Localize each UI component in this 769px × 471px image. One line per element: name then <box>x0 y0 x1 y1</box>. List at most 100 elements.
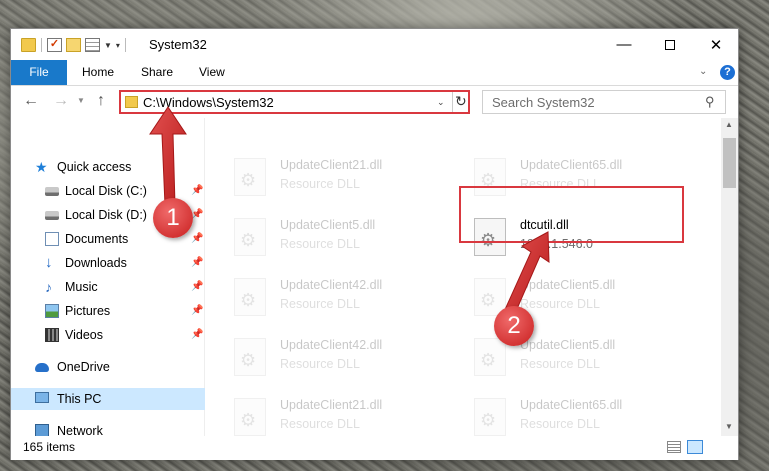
toolbar-divider <box>41 38 42 52</box>
sidebar-item-pictures[interactable]: Pictures 📌 <box>11 300 205 322</box>
sidebar-item-label: Local Disk (D:) <box>65 208 147 222</box>
new-folder-icon[interactable] <box>66 38 81 52</box>
gear-icon: ⚙ <box>480 410 497 430</box>
list-item[interactable]: ⚙ UpdateClient5.dll Resource DLL <box>446 272 666 320</box>
large-icons-view-icon[interactable] <box>687 440 703 454</box>
sidebar-item-label: Documents <box>65 232 129 246</box>
dll-file-icon: ⚙ <box>474 398 506 436</box>
dll-file-icon: ⚙ <box>474 338 506 376</box>
back-arrow-icon[interactable]: ← <box>23 92 39 110</box>
window-title: System32 <box>149 37 207 52</box>
sidebar-item-quick-access[interactable]: ★ Quick access <box>11 156 205 178</box>
file-description: Resource DLL <box>280 237 360 251</box>
close-button[interactable]: ✕ <box>693 29 739 60</box>
pin-icon[interactable]: 📌 <box>191 276 203 298</box>
videos-icon <box>45 328 59 342</box>
file-name: UpdateClient65.dll <box>520 158 623 172</box>
step-2-badge: 2 <box>494 306 534 346</box>
tab-file[interactable]: File <box>11 60 67 85</box>
sidebar-item-label: Downloads <box>65 256 127 270</box>
file-name: UpdateClient65.dll <box>520 398 623 412</box>
address-history-icon[interactable]: ⌄ <box>437 97 445 108</box>
sidebar-item-videos[interactable]: Videos 📌 <box>11 324 205 346</box>
gear-icon: ⚙ <box>480 290 497 310</box>
list-item[interactable]: ⚙ UpdateClient42.dll Resource DLL <box>206 332 426 380</box>
pin-icon[interactable]: 📌 <box>191 324 203 346</box>
dll-file-icon: ⚙ <box>234 158 266 196</box>
scroll-up-icon[interactable]: ▲ <box>725 120 733 129</box>
help-icon[interactable]: ? <box>720 65 735 80</box>
navigation-bar: ← → ▼ ↑ C:\Windows\System32 ⌄ ↻ Search S… <box>11 86 738 118</box>
pin-icon[interactable]: 📌 <box>191 180 203 202</box>
tab-share[interactable]: Share <box>141 60 173 85</box>
forward-arrow-icon[interactable]: → <box>53 92 69 110</box>
music-icon: ♪ <box>45 279 52 295</box>
tab-view[interactable]: View <box>199 60 225 85</box>
chevron-down-icon[interactable]: ▼ <box>104 41 112 50</box>
drive-icon <box>45 211 59 220</box>
properties-icon[interactable] <box>85 38 100 52</box>
minimize-button[interactable]: — <box>601 29 647 60</box>
highlight-dtcutil <box>459 186 684 243</box>
search-input[interactable]: Search System32 ⚲ <box>482 90 726 114</box>
details-view-icon[interactable] <box>667 441 681 453</box>
file-description: Resource DLL <box>280 297 360 311</box>
status-bar: 165 items <box>11 436 738 460</box>
dll-file-icon: ⚙ <box>234 218 266 256</box>
file-description: Resource DLL <box>520 297 600 311</box>
list-item[interactable]: ⚙ UpdateClient65.dll Resource DLL <box>446 392 666 436</box>
maximize-button[interactable] <box>647 29 693 60</box>
downloads-icon: ↓ <box>45 254 53 271</box>
gear-icon: ⚙ <box>480 350 497 370</box>
file-description: Resource DLL <box>280 357 360 371</box>
refresh-button[interactable]: ↻ <box>452 92 468 112</box>
list-item[interactable]: ⚙ UpdateClient5.dll Resource DLL <box>206 212 426 260</box>
properties-check-icon[interactable]: ✓ <box>47 38 62 52</box>
file-name: UpdateClient21.dll <box>280 398 383 412</box>
up-arrow-icon[interactable]: ↑ <box>97 92 105 110</box>
pin-icon[interactable]: 📌 <box>191 300 203 322</box>
tab-home[interactable]: Home <box>82 60 114 85</box>
file-name: UpdateClient5.dll <box>520 278 616 292</box>
item-count: 165 items <box>23 440 76 454</box>
search-placeholder: Search System32 <box>492 95 595 110</box>
refresh-icon: ↻ <box>455 93 467 109</box>
scroll-down-icon[interactable]: ▼ <box>725 422 733 431</box>
sidebar-item-music[interactable]: ♪ Music 📌 <box>11 276 205 298</box>
vertical-scrollbar[interactable]: ▲ ▼ <box>721 118 738 436</box>
pin-icon[interactable]: 📌 <box>191 252 203 274</box>
file-description: Resource DLL <box>280 177 360 191</box>
sidebar-item-this-pc[interactable]: This PC <box>11 388 205 410</box>
recent-locations-icon[interactable]: ▼ <box>77 96 85 105</box>
scrollbar-thumb[interactable] <box>723 138 736 188</box>
sidebar-item-onedrive[interactable]: OneDrive <box>11 356 205 378</box>
file-name: UpdateClient21.dll <box>280 158 383 172</box>
title-bar[interactable]: ✓ ▼ ▾ System32 — ✕ <box>11 29 738 60</box>
file-name: UpdateClient42.dll <box>280 338 383 352</box>
step-1-badge: 1 <box>153 198 193 238</box>
list-item[interactable]: ⚙ UpdateClient42.dll Resource DLL <box>206 272 426 320</box>
this-pc-icon <box>35 392 49 403</box>
close-icon: ✕ <box>709 36 723 54</box>
address-bar[interactable]: C:\Windows\System32 ⌄ ↻ <box>119 90 470 114</box>
pin-icon[interactable]: 📌 <box>191 228 203 250</box>
expand-ribbon-icon[interactable]: ⌄ <box>699 66 707 77</box>
navigation-pane: ★ Quick access Local Disk (C:) 📌 Local D… <box>11 118 205 438</box>
folder-icon <box>125 96 138 108</box>
minimize-icon: — <box>616 36 632 53</box>
list-item[interactable]: ⚙ UpdateClient21.dll Resource DLL <box>206 152 426 200</box>
dll-file-icon: ⚙ <box>234 398 266 436</box>
dll-file-icon: ⚙ <box>234 338 266 376</box>
sidebar-item-label: Music <box>65 280 98 294</box>
gear-icon: ⚙ <box>240 410 257 430</box>
sidebar-item-label: Local Disk (C:) <box>65 184 147 198</box>
list-item[interactable]: ⚙ UpdateClient21.dll Resource DLL <box>206 392 426 436</box>
toolbar-divider <box>124 38 126 52</box>
sidebar-item-downloads[interactable]: ↓ Downloads 📌 <box>11 252 205 274</box>
sidebar-item-label: Quick access <box>57 160 132 174</box>
list-item[interactable]: ⚙ UpdateClient5.dll Resource DLL <box>446 332 666 380</box>
gear-icon: ⚙ <box>240 350 257 370</box>
address-path[interactable]: C:\Windows\System32 <box>143 95 274 110</box>
folder-icon <box>21 38 36 52</box>
customize-toolbar-icon[interactable]: ▾ <box>116 41 120 50</box>
